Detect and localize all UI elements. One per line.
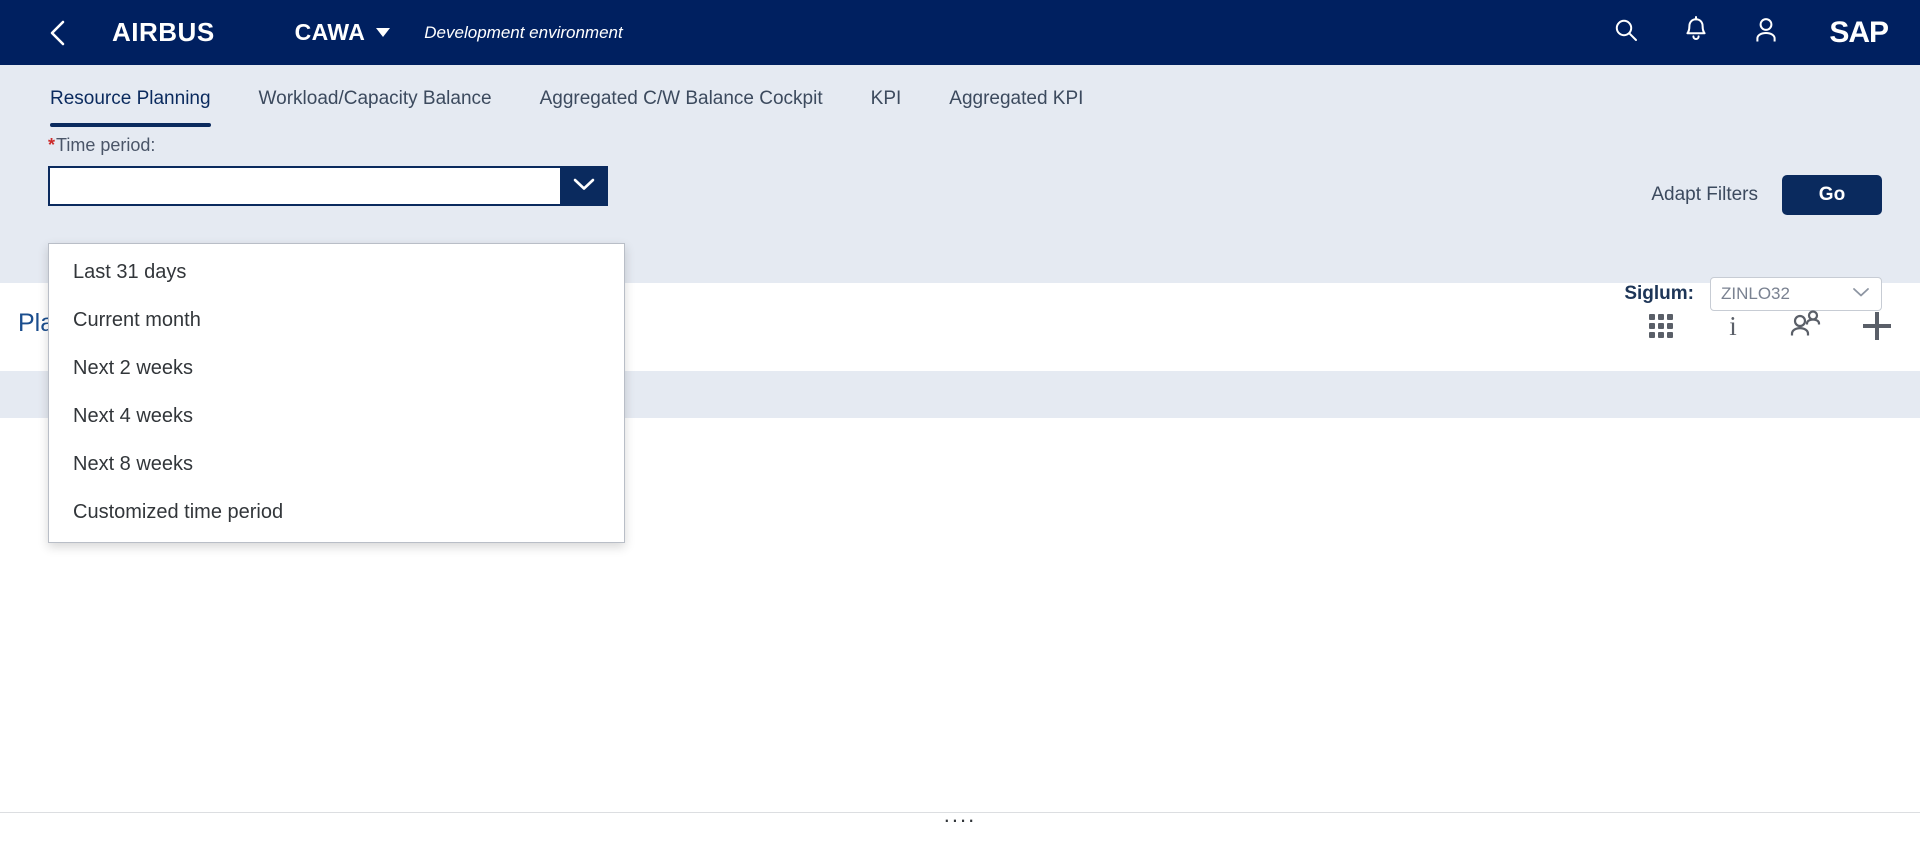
back-button[interactable] [30, 0, 86, 65]
caret-down-icon [376, 28, 391, 37]
environment-label: Development environment [424, 22, 623, 42]
sap-logo: SAP [1829, 15, 1889, 49]
info-icon: i [1729, 310, 1737, 341]
go-button[interactable]: Go [1782, 175, 1882, 215]
tab-label: Workload/Capacity Balance [258, 88, 492, 109]
plus-icon [1863, 312, 1891, 340]
search-button[interactable] [1611, 18, 1641, 48]
dropdown-option-label: Current month [73, 308, 201, 331]
header-actions: SAP [1611, 16, 1920, 50]
bell-icon [1683, 16, 1709, 49]
filter-actions: Adapt Filters Go [1651, 175, 1882, 215]
grid-view-icon [1649, 314, 1673, 338]
time-period-label-text: Time period: [56, 135, 156, 155]
dropdown-option-label: Last 31 days [73, 260, 187, 283]
dropdown-option-next-8-weeks[interactable]: Next 8 weeks [49, 440, 624, 488]
tab-aggregated-cw-balance-cockpit[interactable]: Aggregated C/W Balance Cockpit [516, 65, 847, 133]
tab-kpi[interactable]: KPI [847, 65, 926, 133]
time-period-dropdown-list[interactable]: Last 31 days Current month Next 2 weeks … [48, 243, 625, 543]
airbus-logo: AIRBUS [112, 17, 215, 47]
dropdown-option-label: Next 8 weeks [73, 452, 194, 475]
add-people-button[interactable] [1789, 309, 1821, 343]
tab-workload-capacity-balance[interactable]: Workload/Capacity Balance [235, 65, 516, 133]
dropdown-option-next-4-weeks[interactable]: Next 4 weeks [49, 392, 624, 440]
dropdown-option-label: Next 2 weeks [73, 356, 194, 379]
chevron-left-icon [48, 18, 68, 48]
section-toolbar: i [1646, 309, 1892, 343]
siglum-filter: Siglum: ZINLO32 [1624, 277, 1882, 311]
add-people-icon [1789, 309, 1821, 343]
notifications-button[interactable] [1681, 16, 1711, 49]
tab-bar: Resource Planning Workload/Capacity Bala… [0, 65, 1920, 133]
application-root: AIRBUS CAWA Development environment SAP … [0, 0, 1920, 846]
siglum-label: Siglum: [1624, 283, 1694, 304]
time-period-combobox[interactable] [48, 166, 608, 206]
app-name: CAWA [294, 19, 366, 45]
user-button[interactable] [1751, 18, 1781, 48]
dropdown-option-last-31-days[interactable]: Last 31 days [49, 248, 624, 296]
tab-resource-planning[interactable]: Resource Planning [50, 65, 235, 133]
required-marker: * [48, 135, 56, 155]
info-button[interactable]: i [1718, 311, 1748, 341]
adapt-filters-button[interactable]: Adapt Filters [1651, 184, 1758, 206]
time-period-label: *Time period: [48, 133, 608, 157]
resize-handle[interactable]: .... [944, 804, 976, 826]
tab-label: Aggregated C/W Balance Cockpit [539, 88, 823, 109]
dropdown-option-next-2-weeks[interactable]: Next 2 weeks [49, 344, 624, 392]
time-period-input[interactable] [48, 166, 560, 206]
dropdown-option-customized-time-period[interactable]: Customized time period [49, 488, 624, 536]
tab-aggregated-kpi[interactable]: Aggregated KPI [925, 65, 1107, 133]
time-period-dropdown-button[interactable] [560, 166, 608, 206]
search-icon [1613, 17, 1639, 48]
shell-header: AIRBUS CAWA Development environment SAP [0, 0, 1920, 65]
app-switcher[interactable]: CAWA [295, 19, 391, 46]
siglum-select[interactable]: ZINLO32 [1710, 277, 1882, 311]
grid-view-button[interactable] [1646, 311, 1676, 341]
dropdown-option-current-month[interactable]: Current month [49, 296, 624, 344]
tab-label: KPI [870, 88, 902, 109]
add-button[interactable] [1862, 311, 1892, 341]
dropdown-option-label: Customized time period [73, 500, 284, 523]
time-period-field: *Time period: [48, 133, 608, 206]
chevron-down-icon [1851, 285, 1871, 303]
dropdown-option-label: Next 4 weeks [73, 404, 194, 427]
chevron-down-icon [572, 176, 596, 197]
user-icon [1753, 16, 1779, 49]
siglum-value: ZINLO32 [1721, 284, 1790, 303]
tab-label: Aggregated KPI [949, 88, 1084, 109]
tab-label: Resource Planning [50, 88, 211, 109]
